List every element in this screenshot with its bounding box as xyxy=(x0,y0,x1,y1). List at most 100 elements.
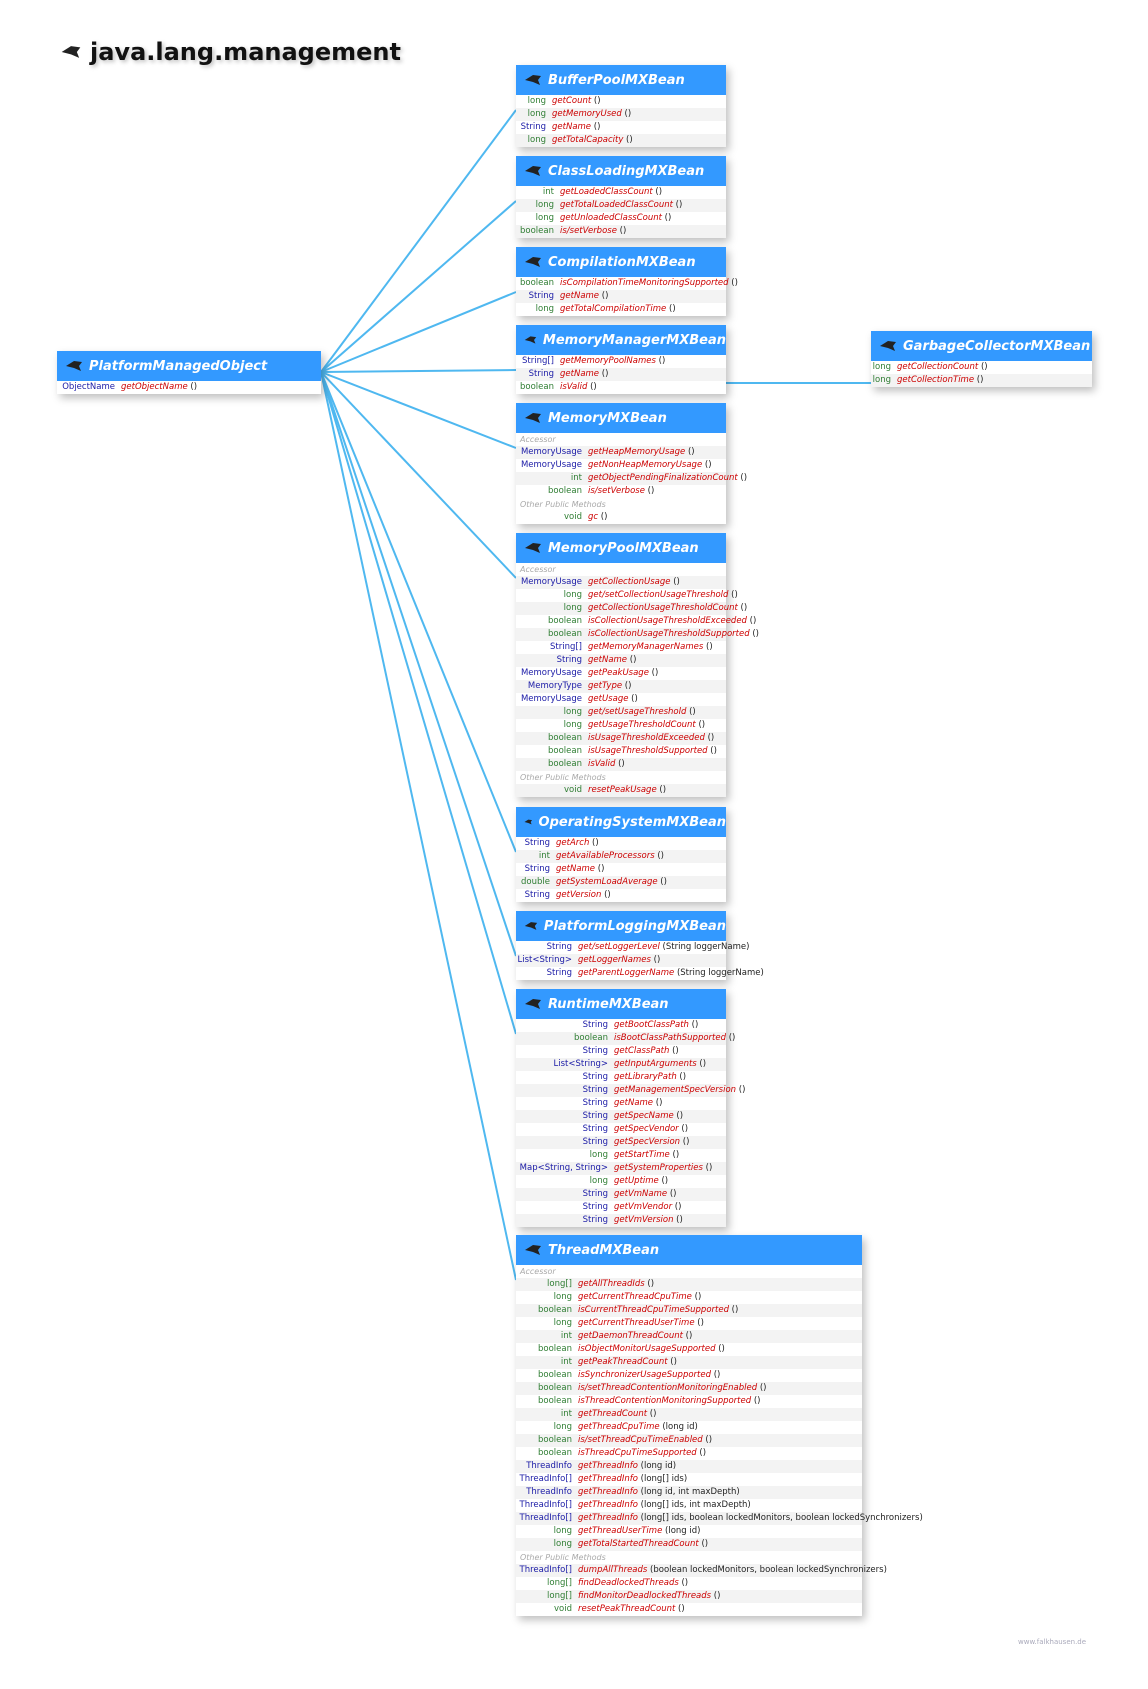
method-row[interactable]: long getCurrentThreadCpuTime () xyxy=(516,1291,862,1304)
method-row[interactable]: ThreadInfo[] dumpAllThreads (boolean lock… xyxy=(516,1564,887,1577)
method-name[interactable]: getThreadCpuTime xyxy=(578,1421,660,1434)
method-row[interactable]: String getName () xyxy=(516,1097,726,1110)
method-row[interactable]: double getSystemLoadAverage () xyxy=(516,876,726,889)
method-row[interactable]: long getCount () xyxy=(516,95,726,108)
method-row[interactable]: long getMemoryUsed () xyxy=(516,108,726,121)
method-row[interactable]: boolean isThreadContentionMonitoringSuppo… xyxy=(516,1395,862,1408)
method-name[interactable]: getPeakUsage xyxy=(588,667,649,680)
method-name[interactable]: getVmName xyxy=(614,1188,667,1201)
method-name[interactable]: getNonHeapMemoryUsage xyxy=(588,459,702,472)
method-row[interactable]: int getAvailableProcessors () xyxy=(516,850,726,863)
method-row[interactable]: ThreadInfo[] getThreadInfo (long[] ids, b… xyxy=(516,1512,923,1525)
class-header[interactable]: MemoryManagerMXBean xyxy=(516,325,726,355)
method-name[interactable]: getInputArguments xyxy=(614,1058,697,1071)
method-name[interactable]: getMemoryUsed xyxy=(552,108,622,121)
method-row[interactable]: long getUptime () xyxy=(516,1175,726,1188)
method-name[interactable]: findDeadlockedThreads xyxy=(578,1577,679,1590)
method-name[interactable]: is/setVerbose xyxy=(560,225,617,238)
method-row[interactable]: String getLibraryPath () xyxy=(516,1071,726,1084)
method-row[interactable]: int getObjectPendingFinalizationCount () xyxy=(516,472,747,485)
class-header[interactable]: PlatformManagedObject xyxy=(57,351,321,381)
class-header[interactable]: ClassLoadingMXBean xyxy=(516,156,726,186)
method-row[interactable]: boolean isObjectMonitorUsageSupported () xyxy=(516,1343,862,1356)
method-name[interactable]: isThreadCpuTimeSupported xyxy=(578,1447,697,1460)
method-name[interactable]: isValid xyxy=(588,758,615,771)
method-name[interactable]: getArch xyxy=(556,837,589,850)
method-row[interactable]: long getUnloadedClassCount () xyxy=(516,212,726,225)
method-row[interactable]: ThreadInfo[] getThreadInfo (long[] ids, i… xyxy=(516,1499,862,1512)
method-row[interactable]: long[] findDeadlockedThreads () xyxy=(516,1577,862,1590)
method-name[interactable]: getUsage xyxy=(588,693,628,706)
method-name[interactable]: getThreadInfo xyxy=(578,1512,638,1525)
method-name[interactable]: getUnloadedClassCount xyxy=(560,212,662,225)
method-row[interactable]: String getName () xyxy=(516,368,726,381)
method-name[interactable]: getThreadCount xyxy=(578,1408,647,1421)
method-row[interactable]: String getClassPath () xyxy=(516,1045,726,1058)
class-header[interactable]: OperatingSystemMXBean xyxy=(516,807,726,837)
method-row[interactable]: String[] getMemoryManagerNames () xyxy=(516,641,726,654)
method-name[interactable]: isUsageThresholdSupported xyxy=(588,745,708,758)
method-row[interactable]: MemoryUsage getCollectionUsage () xyxy=(516,576,726,589)
class-header[interactable]: MemoryPoolMXBean xyxy=(516,533,726,563)
method-name[interactable]: getVmVersion xyxy=(614,1214,673,1227)
method-row[interactable]: long[] getAllThreadIds () xyxy=(516,1278,862,1291)
method-name[interactable]: getSpecName xyxy=(614,1110,674,1123)
method-name[interactable]: isThreadContentionMonitoringSupported xyxy=(578,1395,751,1408)
method-name[interactable]: getName xyxy=(588,654,627,667)
method-row[interactable]: String getVmVersion () xyxy=(516,1214,726,1227)
method-row[interactable]: boolean is/setVerbose () xyxy=(516,485,726,498)
method-row[interactable]: String getVmVendor () xyxy=(516,1201,726,1214)
method-name[interactable]: getName xyxy=(560,368,599,381)
method-row[interactable]: int getDaemonThreadCount () xyxy=(516,1330,862,1343)
method-name[interactable]: get/setLoggerLevel xyxy=(578,941,660,954)
method-row[interactable]: boolean isCompilationTimeMonitoringSuppor… xyxy=(516,277,738,290)
method-name[interactable]: isBootClassPathSupported xyxy=(614,1032,726,1045)
method-row[interactable]: long getUsageThresholdCount () xyxy=(516,719,726,732)
method-name[interactable]: isCollectionUsageThresholdExceeded xyxy=(588,615,747,628)
method-row[interactable]: void resetPeakUsage () xyxy=(516,784,726,797)
method-row[interactable]: String getVersion () xyxy=(516,889,726,902)
method-row[interactable]: long getCollectionUsageThresholdCount () xyxy=(516,602,747,615)
method-name[interactable]: isValid xyxy=(560,381,587,394)
class-box-garbagecollectormxbean[interactable]: GarbageCollectorMXBean long getCollectionC… xyxy=(871,331,1092,387)
method-row[interactable]: boolean isUsageThresholdSupported () xyxy=(516,745,726,758)
method-name[interactable]: getCollectionUsage xyxy=(588,576,671,589)
method-row[interactable]: long get/setCollectionUsageThreshold () xyxy=(516,589,738,602)
method-name[interactable]: getName xyxy=(560,290,599,303)
method-row[interactable]: String getName () xyxy=(516,654,726,667)
method-name[interactable]: is/setVerbose xyxy=(588,485,645,498)
method-row[interactable]: boolean isCollectionUsageThresholdExceede… xyxy=(516,615,756,628)
method-row[interactable]: String getName () xyxy=(516,863,726,876)
method-name[interactable]: getSystemProperties xyxy=(614,1162,703,1175)
method-name[interactable]: getCollectionCount xyxy=(897,361,978,374)
method-row[interactable]: long getTotalStartedThreadCount () xyxy=(516,1538,862,1551)
method-row[interactable]: MemoryUsage getUsage () xyxy=(516,693,726,706)
method-name[interactable]: isObjectMonitorUsageSupported xyxy=(578,1343,716,1356)
method-name[interactable]: getType xyxy=(588,680,622,693)
method-name[interactable]: getCollectionTime xyxy=(897,374,974,387)
method-name[interactable]: getName xyxy=(614,1097,653,1110)
method-name[interactable]: getCollectionUsageThresholdCount xyxy=(588,602,738,615)
class-header[interactable]: PlatformLoggingMXBean xyxy=(516,911,726,941)
method-name[interactable]: getHeapMemoryUsage xyxy=(588,446,685,459)
method-row[interactable]: boolean isValid () xyxy=(516,758,726,771)
method-name[interactable]: getClassPath xyxy=(614,1045,669,1058)
method-row[interactable]: boolean is/setVerbose () xyxy=(516,225,726,238)
method-name[interactable]: getDaemonThreadCount xyxy=(578,1330,683,1343)
method-row[interactable]: boolean isCollectionUsageThresholdSupport… xyxy=(516,628,759,641)
method-name[interactable]: getThreadInfo xyxy=(578,1473,638,1486)
method-name[interactable]: getPeakThreadCount xyxy=(578,1356,668,1369)
method-name[interactable]: getUsageThresholdCount xyxy=(588,719,696,732)
method-name[interactable]: get/setUsageThreshold xyxy=(588,706,686,719)
method-row[interactable]: long getThreadUserTime (long id) xyxy=(516,1525,862,1538)
method-name[interactable]: getThreadUserTime xyxy=(578,1525,662,1538)
method-name[interactable]: getTotalLoadedClassCount xyxy=(560,199,673,212)
method-row[interactable]: String getSpecName () xyxy=(516,1110,726,1123)
method-name[interactable]: getAllThreadIds xyxy=(578,1278,645,1291)
method-name[interactable]: getLibraryPath xyxy=(614,1071,677,1084)
method-row[interactable]: long getTotalCompilationTime () xyxy=(516,303,726,316)
method-name[interactable]: is/setThreadContentionMonitoringEnabled xyxy=(578,1382,757,1395)
class-box-runtimemxbean[interactable]: RuntimeMXBean String getBootClassPath () bo… xyxy=(516,989,745,1227)
class-header[interactable]: GarbageCollectorMXBean xyxy=(871,331,1092,361)
method-row[interactable]: Map<String, String> getSystemProperties (… xyxy=(516,1162,726,1175)
